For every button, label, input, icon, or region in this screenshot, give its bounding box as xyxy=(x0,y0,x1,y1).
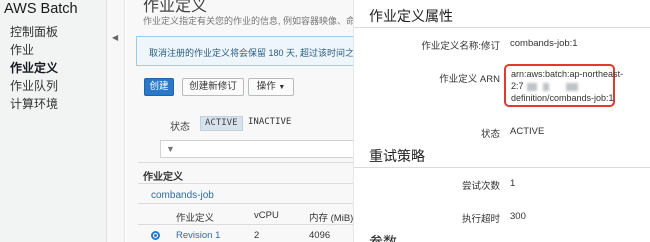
column-header-vcpu[interactable]: vCPU xyxy=(254,210,279,221)
revision-link[interactable]: Revision 1 xyxy=(176,230,220,241)
page-description: 作业定义指定有关您的作业的信息, 例如容器映像、命令、CF xyxy=(143,16,360,26)
arn-line-2-prefix: 2:7 xyxy=(511,81,524,91)
retry-section-title: 重试策略 xyxy=(369,148,425,164)
collapse-left-icon[interactable]: ◀ xyxy=(112,33,118,42)
attempts-value: 1 xyxy=(510,178,516,189)
timeout-label: 执行超时 xyxy=(461,214,500,225)
sidebar-item-job-queues[interactable]: 作业队列 xyxy=(10,77,58,94)
detail-panel: 作业定义属性 作业定义名称:修订 combands-job:1 作业定义 ARN… xyxy=(353,0,650,242)
divider xyxy=(138,203,360,204)
info-notice: 取消注册的作业定义将会保留 180 天, 超过该时间之后 xyxy=(136,36,360,66)
chevron-down-icon: ▼ xyxy=(278,84,286,91)
column-header-definition[interactable]: 作业定义 xyxy=(176,210,214,224)
arn-line-1: arn:aws:batch:ap-northeast- xyxy=(511,69,624,79)
sidebar-brand: AWS Batch xyxy=(4,1,78,17)
definition-name-label: 作业定义名称:修订 xyxy=(421,41,500,52)
status-filter-active[interactable]: ACTIVE xyxy=(200,116,243,131)
status-label: 状态 xyxy=(480,129,500,140)
status-filter-inactive[interactable]: INACTIVE xyxy=(244,116,295,131)
properties-section-title: 作业定义属性 xyxy=(369,8,453,24)
create-button[interactable]: 创建 xyxy=(144,78,174,96)
sidebar-item-dashboard[interactable]: 控制面板 xyxy=(10,23,58,40)
divider xyxy=(138,183,360,184)
redacted-block xyxy=(526,82,537,91)
job-group-link[interactable]: combands-job xyxy=(151,190,214,201)
arn-line-2: 2:7 xyxy=(511,81,581,91)
column-header-memory[interactable]: 内存 (MiB) xyxy=(309,210,353,224)
definition-name-value: combands-job:1 xyxy=(510,38,578,49)
redacted-block xyxy=(565,82,578,91)
create-revision-button[interactable]: 创建新修订 xyxy=(182,78,244,96)
parameters-section-title: 参数 xyxy=(369,234,397,242)
main-content: 作业定义 作业定义指定有关您的作业的信息, 例如容器映像、命令、CF 取消注册的… xyxy=(126,0,360,242)
row-select-radio[interactable] xyxy=(151,231,160,240)
timeout-value: 300 xyxy=(510,211,526,222)
status-filter-label: 状态 xyxy=(170,122,190,133)
sidebar-item-compute-environments[interactable]: 计算环境 xyxy=(10,95,58,112)
attempts-label: 尝试次数 xyxy=(461,181,500,192)
divider xyxy=(138,162,360,163)
arn-label: 作业定义 ARN xyxy=(439,74,500,85)
info-notice-text: 取消注册的作业定义将会保留 180 天, 超过该时间之后 xyxy=(149,48,360,58)
status-value: ACTIVE xyxy=(510,126,545,137)
row-memory: 4096 xyxy=(309,230,331,241)
divider xyxy=(354,167,650,168)
divider xyxy=(138,224,360,225)
redacted-block xyxy=(542,82,549,91)
row-vcpu: 2 xyxy=(254,230,260,241)
arn-highlight-box: arn:aws:batch:ap-northeast- 2:7 definiti… xyxy=(504,64,623,107)
filter-input[interactable]: ▼ xyxy=(160,140,360,158)
actions-label: 操作 xyxy=(256,81,276,92)
sidebar: AWS Batch 控制面板 作业 作业定义 作业队列 计算环境 xyxy=(0,0,107,242)
sidebar-item-jobs[interactable]: 作业 xyxy=(10,41,34,58)
filter-icon: ▼ xyxy=(166,144,175,154)
sidebar-collapse-bar[interactable]: ◀ xyxy=(107,0,125,242)
actions-dropdown[interactable]: 操作 ▼ xyxy=(248,78,294,96)
sidebar-item-job-definitions[interactable]: 作业定义 xyxy=(10,59,58,76)
table-section-title: 作业定义 xyxy=(143,172,183,183)
arn-line-3: definition/combands-job:1 xyxy=(511,93,614,103)
divider xyxy=(354,27,650,28)
